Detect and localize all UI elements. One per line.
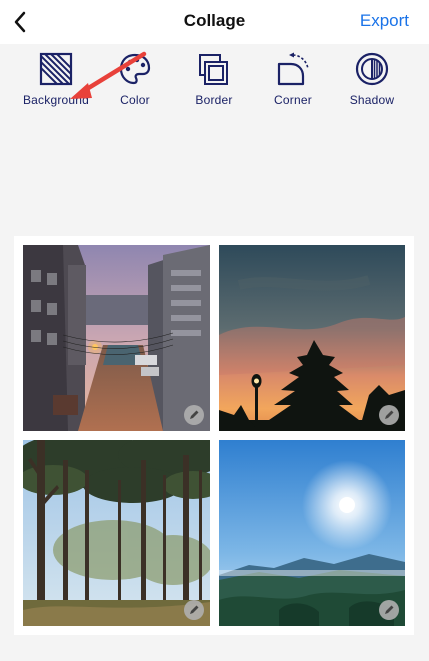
edit-photo-button[interactable] [379,405,399,425]
border-tool-label: Border [195,93,233,107]
photo-sunset-tree [219,245,405,431]
border-tool[interactable]: Border [174,50,254,107]
collage-cell-sunset-tree[interactable] [219,245,405,431]
export-button[interactable]: Export [360,11,409,31]
top-bar: Collage Export [0,0,429,44]
photo-pine-forest [23,440,210,626]
collage-toolbar: Background Color Border Corner Shadow [0,44,429,110]
edit-photo-button[interactable] [184,405,204,425]
border-icon [195,50,233,88]
collage-cell-pine-forest[interactable] [23,440,210,626]
pencil-icon [385,410,394,419]
edit-photo-button[interactable] [379,600,399,620]
shadow-icon [353,50,391,88]
photo-city-street [23,245,210,431]
corner-rotate-icon [274,50,312,88]
corner-tool-label: Corner [274,93,312,107]
shadow-tool[interactable]: Shadow [332,50,412,107]
collage-cell-mountains[interactable] [219,440,405,626]
edit-photo-button[interactable] [184,600,204,620]
collage-cell-city-street[interactable] [23,245,210,431]
pencil-icon [190,605,199,614]
pointer-arrow-icon [70,51,147,99]
pencil-icon [190,410,199,419]
photo-mountains [219,440,405,626]
collage-canvas [14,236,414,635]
shadow-tool-label: Shadow [349,93,395,107]
pencil-icon [385,605,394,614]
corner-tool[interactable]: Corner [253,50,333,107]
